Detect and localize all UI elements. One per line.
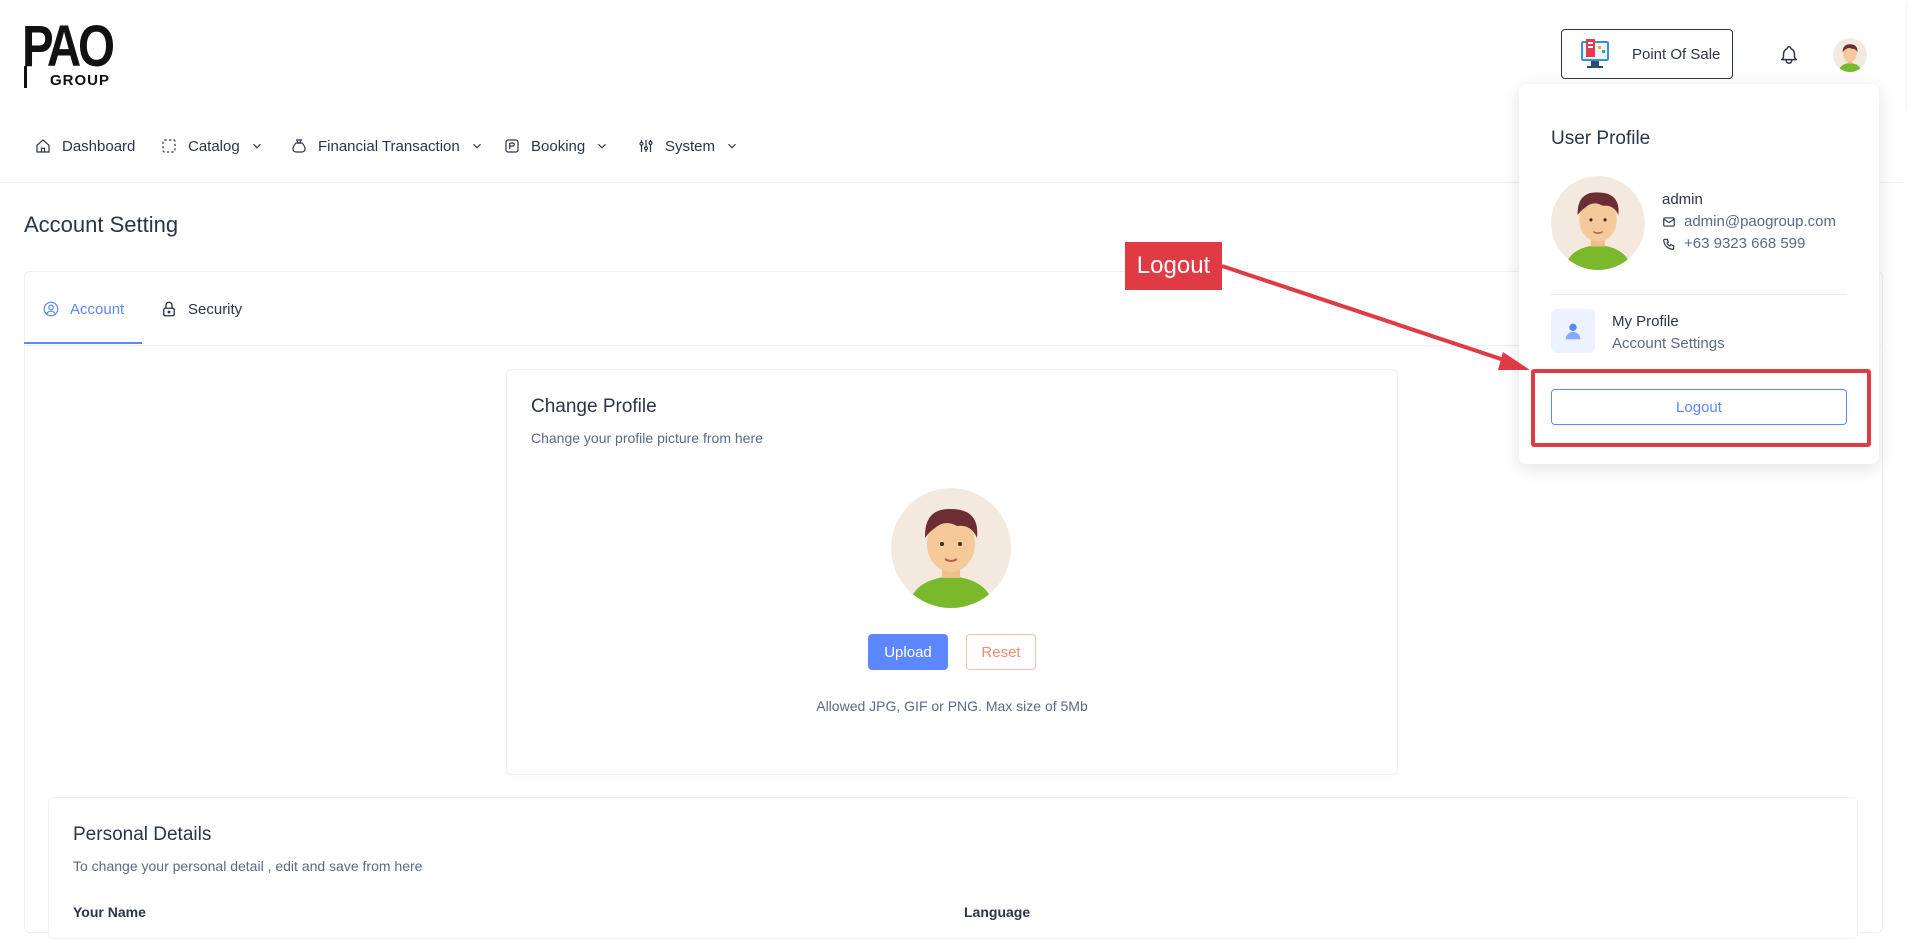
pos-button-label: Point Of Sale	[1632, 45, 1721, 63]
nav-booking-label: Booking	[531, 137, 586, 155]
booking-icon	[505, 139, 519, 153]
logo-main-text: PAO	[22, 14, 115, 79]
avatar-image	[891, 488, 1011, 608]
reset-button[interactable]: Reset	[966, 634, 1036, 670]
avatar-image	[1833, 38, 1867, 72]
chevron-down-icon	[598, 143, 607, 149]
chevron-down-icon	[472, 143, 481, 149]
account-settings-subtitle: Account Settings	[1612, 335, 1725, 352]
tab-security-label: Security	[188, 300, 243, 318]
personal-details-card: Personal Details To change your personal…	[48, 797, 1858, 939]
tab-account-label: Account	[70, 300, 125, 318]
logo-sub-text: GROUP	[50, 72, 111, 89]
nav-system[interactable]: System	[637, 135, 739, 157]
personal-details-title: Personal Details	[73, 824, 212, 845]
phone-icon	[1663, 238, 1675, 250]
user-email-text: admin@paogroup.com	[1684, 213, 1836, 230]
change-profile-title: Change Profile	[531, 396, 657, 417]
logout-highlight-box	[1531, 369, 1871, 447]
your-name-label: Your Name	[73, 904, 146, 920]
tab-account[interactable]: Account	[42, 298, 124, 320]
tab-security[interactable]: Security	[160, 298, 242, 320]
dropdown-avatar	[1551, 176, 1645, 270]
user-phone: +63 9323 668 599	[1662, 235, 1805, 252]
bell-icon[interactable]	[1778, 44, 1800, 66]
settings-sliders-icon	[639, 140, 653, 152]
money-bag-icon	[292, 139, 306, 153]
nav-catalog-label: Catalog	[188, 137, 240, 155]
dropdown-title: User Profile	[1551, 128, 1651, 149]
user-avatar-button[interactable]	[1833, 38, 1867, 72]
chevron-down-icon	[728, 143, 736, 149]
catalog-icon	[162, 139, 176, 153]
pos-terminal-icon	[1581, 39, 1609, 68]
personal-details-subtitle: To change your personal detail , edit an…	[73, 858, 423, 874]
avatar-image	[1551, 176, 1645, 270]
nav-financial-transaction[interactable]: Financial Transaction	[290, 135, 484, 157]
user-icon	[1565, 323, 1581, 340]
change-profile-subtitle: Change your profile picture from here	[531, 430, 763, 446]
my-profile-link[interactable]: My Profile	[1612, 313, 1679, 330]
page-title: Account Setting	[24, 212, 179, 237]
dropdown-divider	[1551, 294, 1847, 295]
nav-dashboard[interactable]: Dashboard	[34, 135, 135, 157]
chevron-down-icon	[252, 143, 261, 149]
nav-system-label: System	[665, 137, 716, 155]
annotation-label: Logout	[1125, 242, 1222, 290]
nav-dashboard-label: Dashboard	[62, 137, 136, 155]
user-circle-icon	[43, 301, 59, 317]
nav-booking[interactable]: Booking	[503, 135, 609, 157]
language-label: Language	[964, 904, 1031, 920]
logo-bar	[24, 66, 27, 88]
user-phone-text: +63 9323 668 599	[1684, 235, 1806, 252]
lock-icon	[163, 301, 175, 317]
user-name: admin	[1662, 191, 1703, 208]
active-tab-indicator	[24, 342, 142, 344]
nav-catalog[interactable]: Catalog	[160, 135, 264, 157]
point-of-sale-button[interactable]: Point Of Sale	[1561, 29, 1733, 79]
my-profile-item-icon[interactable]	[1551, 309, 1595, 353]
change-profile-card: Change Profile Change your profile pictu…	[506, 369, 1398, 775]
pao-group-logo[interactable]: PAO GROUP	[22, 18, 115, 90]
nav-financial-label: Financial Transaction	[318, 137, 460, 155]
mail-icon	[1663, 216, 1675, 227]
upload-button[interactable]: Upload	[868, 634, 948, 670]
upload-note: Allowed JPG, GIF or PNG. Max size of 5Mb	[816, 698, 1088, 714]
home-icon	[36, 139, 50, 153]
profile-avatar	[891, 488, 1011, 608]
user-email: admin@paogroup.com	[1662, 213, 1836, 230]
